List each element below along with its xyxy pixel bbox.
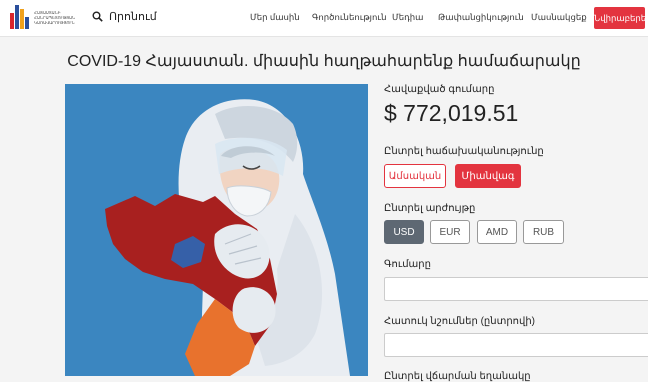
search-label: Որոնում: [109, 11, 157, 23]
currency-usd-button[interactable]: USD: [384, 220, 424, 244]
covid-illustration: [65, 84, 368, 376]
page-title: COVID-19 Հայաստան. միասին հաղթահարենք հա…: [67, 53, 581, 70]
frequency-once-button[interactable]: Միանվագ: [455, 164, 521, 188]
search-icon: [92, 11, 103, 22]
notes-input[interactable]: [384, 333, 648, 357]
amount-input[interactable]: [384, 277, 648, 301]
payment-method-label: Ընտրել վճարման եղանակը: [384, 371, 531, 382]
gov-logo[interactable]: ՀԱՅԱՍՏԱՆԻ ՀԱՆՐԱՊԵՏՈՒԹՅԱՆ ԿԱՌԱՎԱՐՈՒԹՅՈՒՆ: [10, 5, 76, 29]
donate-button[interactable]: Նվիրաբերել: [594, 7, 648, 29]
nav-activities[interactable]: Գործունեություն: [312, 12, 386, 23]
nav-transparency[interactable]: Թափանցիկություն: [438, 12, 524, 23]
currency-rub-button[interactable]: RUB: [523, 220, 564, 244]
raised-amount: $ 772,019.51: [384, 100, 519, 126]
frequency-label: Ընտրել հաճախականությունը: [384, 146, 544, 157]
notes-label: Հատուկ նշումներ (ընտրովի): [384, 316, 535, 327]
logo-emblem-icon: [10, 5, 30, 29]
nav-participate[interactable]: Մասնակցեք: [531, 12, 587, 23]
logo-text: ՀԱՅԱՍՏԱՆԻ ՀԱՆՐԱՊԵՏՈՒԹՅԱՆ ԿԱՌԱՎԱՐՈՒԹՅՈՒՆ: [34, 9, 76, 25]
amount-label: Գումարը: [384, 259, 431, 270]
frequency-monthly-button[interactable]: Ամսական: [384, 164, 446, 188]
top-nav: ՀԱՅԱՍՏԱՆԻ ՀԱՆՐԱՊԵՏՈՒԹՅԱՆ ԿԱՌԱՎԱՐՈՒԹՅՈՒՆ …: [0, 0, 648, 37]
currency-eur-button[interactable]: EUR: [430, 220, 470, 244]
currency-label: Ընտրել արժույթը: [384, 203, 476, 214]
nav-media[interactable]: Մեդիա: [392, 12, 423, 23]
currency-amd-button[interactable]: AMD: [477, 220, 517, 244]
nav-about[interactable]: Մեր մասին: [250, 12, 300, 23]
search-button[interactable]: Որոնում: [92, 10, 157, 23]
raised-label: Հավաքված գումարը: [384, 84, 495, 95]
